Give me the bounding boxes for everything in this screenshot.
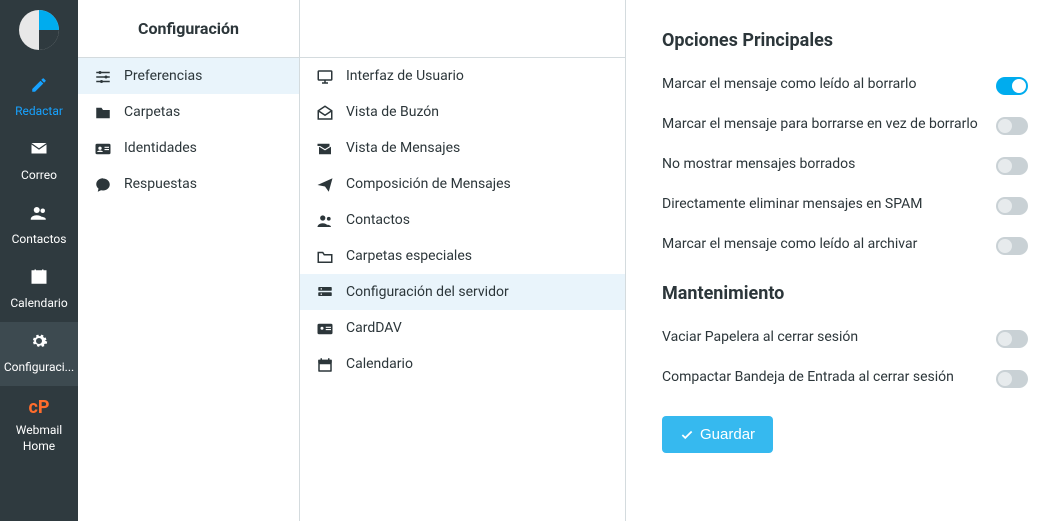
sections-header bbox=[300, 0, 625, 58]
nav-compose[interactable]: Redactar bbox=[0, 66, 78, 130]
contacts-icon bbox=[30, 204, 48, 228]
toggle-flag-instead-delete[interactable] bbox=[996, 117, 1028, 135]
nav-webmail-home-label: Webmail Home bbox=[0, 423, 78, 454]
nav-mail-label: Correo bbox=[21, 168, 57, 184]
section-messages-view-label: Vista de Mensajes bbox=[346, 140, 460, 156]
nav-contacts[interactable]: Contactos bbox=[0, 194, 78, 258]
nav-compose-label: Redactar bbox=[15, 104, 63, 120]
check-icon bbox=[680, 428, 694, 442]
opt-row-hide-deleted: No mostrar mensajes borrados bbox=[662, 145, 1028, 185]
nav-contacts-label: Contactos bbox=[12, 232, 67, 248]
settings-identities[interactable]: Identidades bbox=[78, 130, 299, 166]
toggle-delete-spam-direct[interactable] bbox=[996, 197, 1028, 215]
nav-mail[interactable]: Correo bbox=[0, 130, 78, 194]
opt-label: Vaciar Papelera al cerrar sesión bbox=[662, 328, 978, 348]
toggle-read-on-archive[interactable] bbox=[996, 237, 1028, 255]
settings-preferences[interactable]: Preferencias bbox=[78, 58, 299, 94]
opt-row-delete-spam-direct: Directamente eliminar mensajes en SPAM bbox=[662, 185, 1028, 225]
toggle-empty-trash[interactable] bbox=[996, 330, 1028, 348]
chat-icon bbox=[92, 174, 114, 193]
calendar-icon bbox=[314, 354, 336, 373]
section-ui-label: Interfaz de Usuario bbox=[346, 68, 464, 84]
section-compose[interactable]: Composición de Mensajes bbox=[300, 166, 625, 202]
compose-icon bbox=[30, 76, 48, 100]
nav-settings-label: Configuraci... bbox=[4, 360, 74, 376]
cpanel-icon: cP bbox=[29, 396, 50, 419]
section-carddav[interactable]: CardDAV bbox=[300, 310, 625, 346]
folder-icon bbox=[92, 102, 114, 121]
section-contacts[interactable]: Contactos bbox=[300, 202, 625, 238]
app-logo bbox=[15, 8, 63, 56]
server-icon bbox=[314, 282, 336, 301]
opt-label: Marcar el mensaje como leído al borrarlo bbox=[662, 75, 978, 95]
save-button[interactable]: Guardar bbox=[662, 416, 773, 453]
opt-label: Directamente eliminar mensajes en SPAM bbox=[662, 195, 978, 215]
section-special-folders[interactable]: Carpetas especiales bbox=[300, 238, 625, 274]
settings-folders[interactable]: Carpetas bbox=[78, 94, 299, 130]
nav-settings[interactable]: Configuraci... bbox=[0, 322, 78, 386]
sections-column: Interfaz de Usuario Vista de Buzón Vista… bbox=[300, 0, 626, 521]
section-mailbox-view[interactable]: Vista de Buzón bbox=[300, 94, 625, 130]
opt-label: No mostrar mensajes borrados bbox=[662, 155, 978, 175]
settings-identities-label: Identidades bbox=[124, 140, 197, 156]
paper-plane-icon bbox=[314, 174, 336, 193]
content-pane: Opciones Principales Marcar el mensaje c… bbox=[626, 0, 1064, 521]
section-calendar-label: Calendario bbox=[346, 356, 413, 372]
settings-responses[interactable]: Respuestas bbox=[78, 166, 299, 202]
save-button-label: Guardar bbox=[700, 426, 755, 443]
opt-label: Compactar Bandeja de Entrada al cerrar s… bbox=[662, 368, 978, 388]
section-server-config-label: Configuración del servidor bbox=[346, 284, 509, 300]
address-card-icon bbox=[314, 318, 336, 337]
settings-folders-label: Carpetas bbox=[124, 104, 180, 120]
section-carddav-label: CardDAV bbox=[346, 320, 402, 336]
opt-row-read-on-delete: Marcar el mensaje como leído al borrarlo bbox=[662, 65, 1028, 105]
calendar-icon bbox=[30, 268, 48, 292]
section-contacts-label: Contactos bbox=[346, 212, 410, 228]
toggle-read-on-delete[interactable] bbox=[996, 77, 1028, 95]
opt-row-read-on-archive: Marcar el mensaje como leído al archivar bbox=[662, 225, 1028, 265]
main-nav: Redactar Correo Contactos Calendario Con… bbox=[0, 0, 78, 521]
nav-calendar-label: Calendario bbox=[10, 296, 67, 312]
maintenance-title: Mantenimiento bbox=[662, 283, 1028, 304]
toggle-hide-deleted[interactable] bbox=[996, 157, 1028, 175]
envelopes-icon bbox=[314, 138, 336, 157]
main-options-title: Opciones Principales bbox=[662, 30, 1028, 51]
mail-icon bbox=[30, 140, 48, 164]
nav-calendar[interactable]: Calendario bbox=[0, 258, 78, 322]
envelope-open-icon bbox=[314, 102, 336, 121]
folder-outline-icon bbox=[314, 246, 336, 265]
section-compose-label: Composición de Mensajes bbox=[346, 176, 511, 192]
desktop-icon bbox=[314, 66, 336, 85]
sliders-icon bbox=[92, 66, 114, 85]
section-calendar[interactable]: Calendario bbox=[300, 346, 625, 382]
section-messages-view[interactable]: Vista de Mensajes bbox=[300, 130, 625, 166]
section-server-config[interactable]: Configuración del servidor bbox=[300, 274, 625, 310]
opt-label: Marcar el mensaje para borrarse en vez d… bbox=[662, 115, 978, 135]
gear-icon bbox=[30, 332, 48, 356]
opt-row-empty-trash: Vaciar Papelera al cerrar sesión bbox=[662, 318, 1028, 358]
section-special-folders-label: Carpetas especiales bbox=[346, 248, 472, 264]
settings-column: Configuración Preferencias Carpetas Iden… bbox=[78, 0, 300, 521]
opt-row-compact-inbox: Compactar Bandeja de Entrada al cerrar s… bbox=[662, 358, 1028, 398]
settings-header: Configuración bbox=[78, 0, 299, 58]
opt-label: Marcar el mensaje como leído al archivar bbox=[662, 235, 978, 255]
nav-webmail-home[interactable]: cP Webmail Home bbox=[0, 386, 78, 465]
id-card-icon bbox=[92, 138, 114, 157]
users-icon bbox=[314, 210, 336, 229]
settings-preferences-label: Preferencias bbox=[124, 68, 202, 84]
toggle-compact-inbox[interactable] bbox=[996, 370, 1028, 388]
settings-responses-label: Respuestas bbox=[124, 176, 197, 192]
opt-row-flag-instead-delete: Marcar el mensaje para borrarse en vez d… bbox=[662, 105, 1028, 145]
section-ui[interactable]: Interfaz de Usuario bbox=[300, 58, 625, 94]
section-mailbox-view-label: Vista de Buzón bbox=[346, 104, 439, 120]
